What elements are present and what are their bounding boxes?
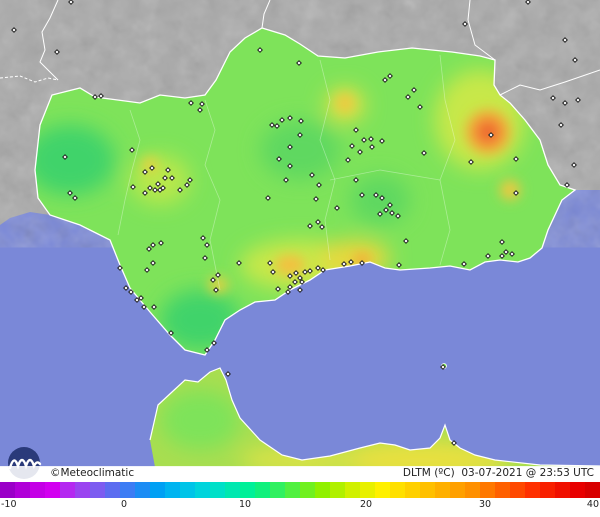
scale-color-step xyxy=(285,482,300,498)
scale-color-step xyxy=(525,482,540,498)
scale-color-step xyxy=(465,482,480,498)
variable-label: DLTM (ºC) xyxy=(402,467,455,479)
scale-color-step xyxy=(555,482,570,498)
scale-color-step xyxy=(60,482,75,498)
scale-color-step xyxy=(135,482,150,498)
scale-color-step xyxy=(435,482,450,498)
scale-color-step xyxy=(195,482,210,498)
scale-color-step xyxy=(405,482,420,498)
scale-color-step xyxy=(30,482,45,498)
scale-tick-label: 40 xyxy=(586,499,599,510)
temperature-scale: -10 0 10 20 30 40 xyxy=(0,482,600,517)
scale-color-step xyxy=(120,482,135,498)
scale-color-step xyxy=(300,482,315,498)
scale-color-step xyxy=(510,482,525,498)
scale-color-step xyxy=(450,482,465,498)
date-label: 03-07-2021 xyxy=(461,467,523,479)
scale-color-step xyxy=(45,482,60,498)
scale-color-step xyxy=(585,482,600,498)
scale-color-step xyxy=(105,482,120,498)
scale-color-step xyxy=(570,482,585,498)
scale-color-step xyxy=(375,482,390,498)
scale-tick-label: -10 xyxy=(1,499,17,510)
scale-color-step xyxy=(360,482,375,498)
scale-color-step xyxy=(240,482,255,498)
caption-bar: ©Meteoclimatic DLTM (ºC) 03-07-2021 @ 23… xyxy=(0,466,600,482)
scale-tick-label: 10 xyxy=(238,499,252,510)
scale-color-step xyxy=(420,482,435,498)
map-caption: DLTM (ºC) 03-07-2021 @ 23:53 UTC xyxy=(402,467,594,479)
scale-color-step xyxy=(150,482,165,498)
scale-color-step xyxy=(390,482,405,498)
scale-color-step xyxy=(345,482,360,498)
scale-tick-label: 0 xyxy=(120,499,128,510)
scale-color-step xyxy=(0,482,15,498)
scale-color-step xyxy=(495,482,510,498)
scale-color-step xyxy=(270,482,285,498)
scale-tick-label: 30 xyxy=(478,499,492,510)
scale-color-step xyxy=(315,482,330,498)
scale-color-step xyxy=(15,482,30,498)
scale-color-step xyxy=(210,482,225,498)
scale-color-step xyxy=(165,482,180,498)
scale-color-step xyxy=(180,482,195,498)
temperature-map[interactable] xyxy=(0,0,600,467)
map-frame: ©Meteoclimatic DLTM (ºC) 03-07-2021 @ 23… xyxy=(0,0,600,517)
color-scale-bar xyxy=(0,482,600,498)
brand-label[interactable]: ©Meteoclimatic xyxy=(50,467,134,479)
scale-tick-label: 20 xyxy=(359,499,373,510)
scale-color-step xyxy=(75,482,90,498)
time-label: 23:53 UTC xyxy=(539,467,594,479)
scale-color-step xyxy=(225,482,240,498)
scale-color-step xyxy=(540,482,555,498)
scale-color-step xyxy=(255,482,270,498)
scale-color-step xyxy=(480,482,495,498)
scale-color-step xyxy=(90,482,105,498)
scale-color-step xyxy=(330,482,345,498)
